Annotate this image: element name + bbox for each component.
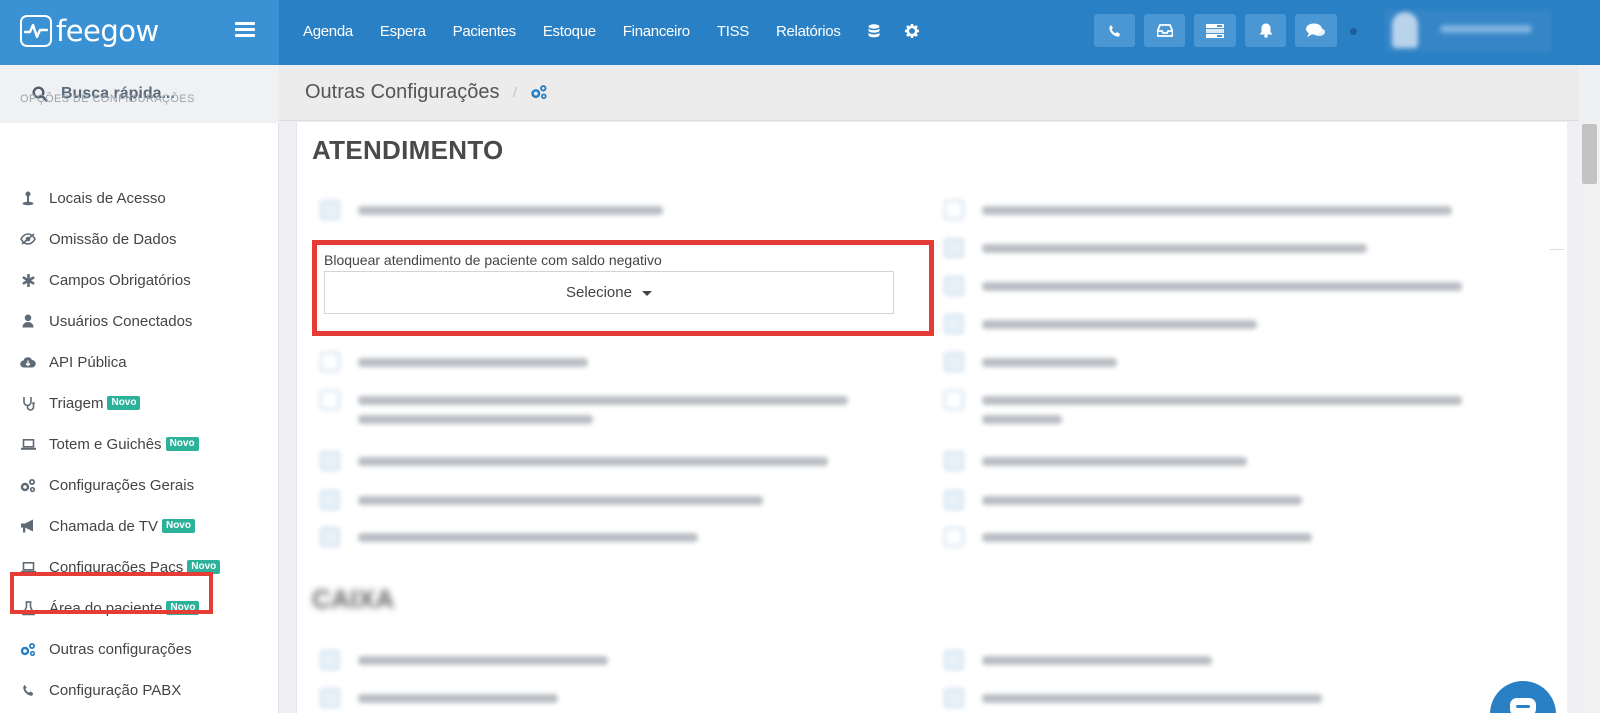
- setting-option[interactable]: [944, 650, 1212, 672]
- setting-option[interactable]: [320, 688, 558, 710]
- sidebar-item-label: Omissão de Dados: [49, 230, 177, 248]
- inbox-icon[interactable]: [1144, 14, 1185, 47]
- user-name: [1440, 25, 1532, 33]
- scrollbar-thumb[interactable]: [1582, 124, 1597, 184]
- field-label: Bloquear atendimento de paciente com sal…: [324, 252, 662, 268]
- sidebar-item-totem-e-guiches[interactable]: Totem e Guichês Novo: [20, 432, 199, 456]
- setting-option[interactable]: [320, 451, 828, 473]
- toolbar: [1094, 14, 1346, 47]
- setting-option[interactable]: [320, 527, 698, 549]
- new-badge: Novo: [165, 437, 199, 451]
- list-icon[interactable]: [1194, 14, 1236, 47]
- setting-option[interactable]: [944, 276, 1462, 298]
- stethoscope-icon: [20, 395, 36, 411]
- section-label: OPÇÕES DE CONFIGURAÇÕES: [20, 93, 195, 105]
- new-badge: Novo: [107, 396, 141, 410]
- sidebar-item-outras-configuracoes[interactable]: Outras configurações: [20, 637, 192, 661]
- nav-tiss[interactable]: TISS: [717, 23, 749, 40]
- sidebar-item-omissao-de-dados[interactable]: Omissão de Dados: [20, 227, 177, 251]
- status-dot: [1350, 28, 1357, 35]
- sidebar-item-label: Triagem: [49, 394, 104, 412]
- asterisk-icon: [20, 272, 36, 288]
- bullhorn-icon: [20, 518, 36, 534]
- nav-financeiro[interactable]: Financeiro: [623, 23, 690, 40]
- sidebar-item-label: Configurações Gerais: [49, 476, 195, 494]
- select-value: Selecione: [566, 284, 632, 301]
- top-nav: Agenda Espera Pacientes Estoque Financei…: [303, 0, 944, 62]
- section-title-caixa: CAIXA: [312, 584, 395, 614]
- sidebar-item-label: Usuários Conectados: [49, 312, 193, 330]
- section-title-atendimento: ATENDIMENTO: [312, 135, 504, 165]
- laptop-icon: [20, 436, 36, 452]
- eye-slash-icon: [20, 231, 36, 247]
- location-icon: [20, 190, 36, 206]
- database-icon[interactable]: [868, 24, 880, 38]
- setting-option[interactable]: [944, 200, 1452, 222]
- page-title: Outras Configurações: [305, 81, 500, 103]
- sidebar-item-label: Outras configurações: [49, 640, 192, 658]
- setting-option[interactable]: [944, 238, 1367, 260]
- highlight-box-sidebar: [10, 572, 213, 614]
- setting-option[interactable]: [320, 650, 608, 672]
- setting-option[interactable]: [320, 352, 588, 374]
- setting-option[interactable]: [944, 451, 1247, 473]
- sidebar-item-label: Campos Obrigatórios: [49, 271, 191, 289]
- setting-option[interactable]: [944, 352, 1117, 374]
- bell-icon[interactable]: [1245, 14, 1286, 47]
- sidebar-item-label: Chamada de TV: [49, 517, 158, 535]
- nav-espera[interactable]: Espera: [380, 23, 426, 40]
- sidebar-item-label: Locais de Acesso: [49, 189, 166, 207]
- scrollbar[interactable]: [1579, 121, 1600, 713]
- block-negative-balance-select[interactable]: Selecione: [324, 271, 894, 314]
- sidebar-item-label: API Pública: [49, 353, 127, 371]
- cogs-icon: [20, 477, 36, 493]
- user-icon: [20, 313, 36, 329]
- chat-icon[interactable]: [1295, 14, 1337, 47]
- divider: [1550, 249, 1564, 250]
- setting-option[interactable]: [944, 688, 1322, 710]
- setting-option[interactable]: [944, 314, 1257, 336]
- nav-agenda[interactable]: Agenda: [303, 23, 353, 40]
- sidebar-item-chamada-de-tv[interactable]: Chamada de TV Novo: [20, 514, 195, 538]
- nav-pacientes[interactable]: Pacientes: [453, 23, 516, 40]
- menu-toggle-icon[interactable]: [235, 22, 255, 38]
- sidebar-item-label: Configuração PABX: [49, 681, 182, 699]
- nav-relatorios[interactable]: Relatórios: [776, 23, 841, 40]
- setting-option[interactable]: [320, 390, 848, 432]
- setting-option[interactable]: [944, 527, 1312, 549]
- phone-icon[interactable]: [1094, 14, 1135, 47]
- setting-option[interactable]: [320, 490, 763, 512]
- breadcrumb-separator: /: [513, 84, 517, 100]
- caret-down-icon: [641, 291, 652, 296]
- sidebar-item-triagem[interactable]: Triagem Novo: [20, 391, 141, 415]
- sidebar-item-configuracao-pabx[interactable]: Configuração PABX: [20, 678, 181, 702]
- sidebar-item-locais-de-acesso[interactable]: Locais de Acesso: [20, 186, 166, 210]
- brand-name: feegow: [56, 14, 159, 48]
- sidebar-item-label: Totem e Guichês: [49, 435, 162, 453]
- new-badge: Novo: [161, 519, 195, 533]
- phone-icon: [20, 682, 36, 698]
- sidebar-item-usuarios-conectados[interactable]: Usuários Conectados: [20, 309, 192, 333]
- nav-estoque[interactable]: Estoque: [543, 23, 596, 40]
- sidebar-item-api-publica[interactable]: API Pública: [20, 350, 127, 374]
- logo[interactable]: feegow: [20, 14, 159, 48]
- sidebar-item-configuracoes-gerais[interactable]: Configurações Gerais: [20, 473, 194, 497]
- setting-option[interactable]: [944, 490, 1302, 512]
- cloud-icon: [20, 354, 36, 370]
- cogs-icon: [20, 641, 36, 657]
- chat-icon: [1510, 698, 1536, 713]
- sidebar-item-campos-obrigatorios[interactable]: Campos Obrigatórios: [20, 268, 191, 292]
- cogs-icon[interactable]: [530, 84, 548, 105]
- avatar[interactable]: [1392, 12, 1418, 48]
- setting-option[interactable]: [944, 390, 1462, 432]
- logo-icon: [20, 15, 52, 47]
- setting-option[interactable]: [320, 200, 663, 222]
- gear-icon[interactable]: [904, 24, 919, 38]
